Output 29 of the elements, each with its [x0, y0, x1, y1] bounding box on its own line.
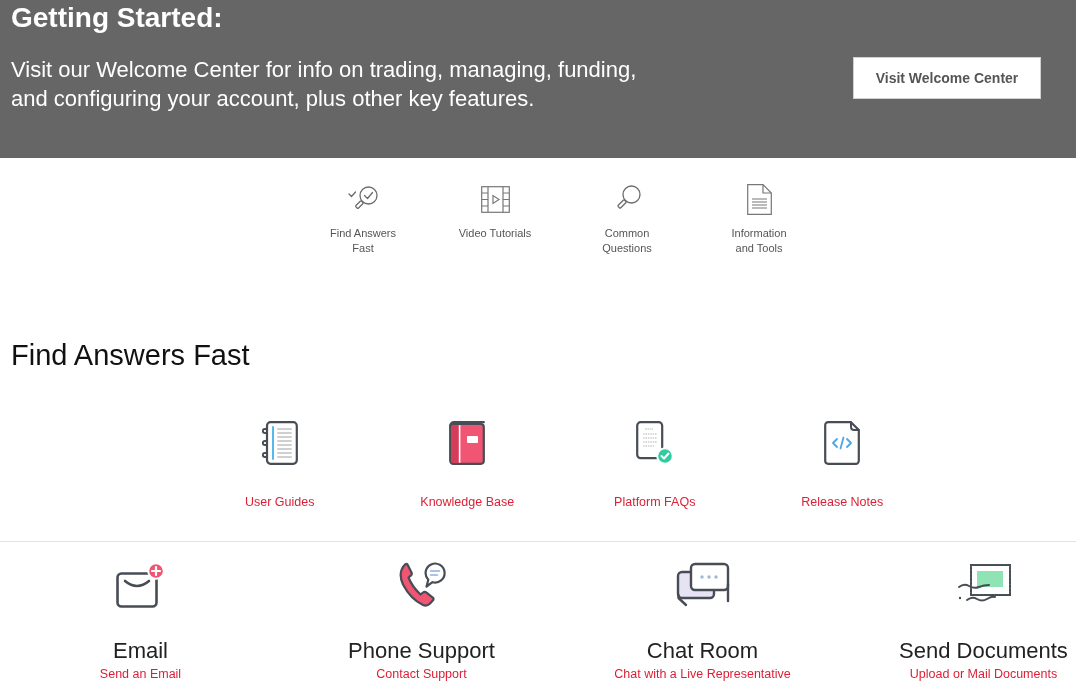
resource-link[interactable]: Platform FAQs — [614, 494, 696, 510]
document-check-icon[interactable] — [635, 421, 674, 465]
code-file-icon[interactable] — [824, 421, 861, 465]
nav-link[interactable]: Information and Tools — [731, 226, 787, 256]
contact-link[interactable]: Send an Email — [99, 667, 182, 682]
resource-link[interactable]: User Guides — [245, 494, 315, 510]
notebook-icon[interactable] — [261, 421, 298, 465]
nav-link[interactable]: Video Tutorials — [458, 226, 532, 241]
contact-link[interactable]: Chat with a Live Representative — [614, 667, 791, 682]
contact-title: Chat Room — [646, 638, 759, 664]
contact-link[interactable]: Contact Support — [376, 667, 467, 682]
resource-link[interactable]: Knowledge Base — [420, 494, 515, 510]
chat-bubbles-icon — [675, 562, 730, 608]
nav-link[interactable]: Common Questions — [602, 226, 652, 256]
contact-link[interactable]: Upload or Mail Documents — [909, 667, 1058, 682]
nav-link[interactable]: Find Answers Fast — [330, 226, 396, 256]
contact-title: Phone Support — [348, 638, 495, 664]
visit-welcome-center-button[interactable]: Visit Welcome Center — [853, 57, 1041, 99]
section-heading: Find Answers Fast — [10, 339, 251, 371]
banner-text: Visit our Welcome Center for info on trading, managing, funding, and configuring your account, plus other key features. — [11, 56, 638, 113]
film-strip-icon[interactable] — [480, 185, 510, 213]
envelope-plus-icon — [115, 562, 166, 608]
phone-chat-icon — [397, 562, 446, 608]
document-icon[interactable] — [746, 183, 772, 215]
banner-title: Getting Started: — [11, 2, 224, 34]
book-icon[interactable] — [449, 421, 486, 465]
contact-title: Send Documents — [899, 638, 1068, 664]
contact-title: Email — [113, 638, 168, 664]
resource-link[interactable]: Release Notes — [801, 494, 884, 510]
